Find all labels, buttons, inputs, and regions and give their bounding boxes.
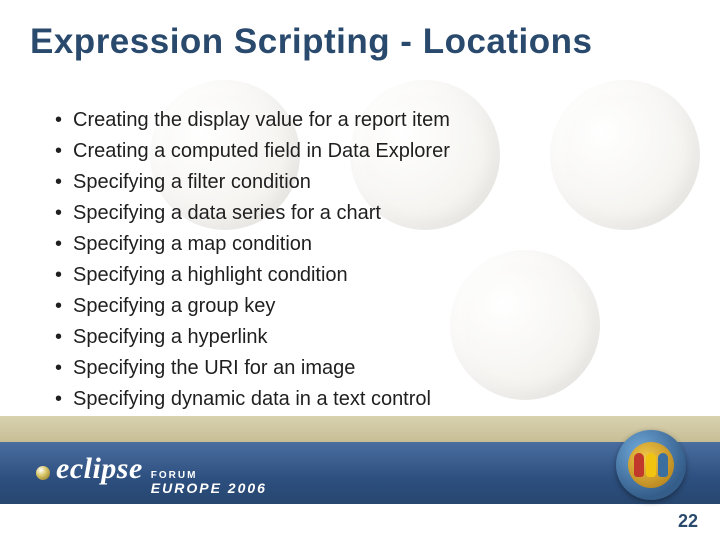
figure-icon bbox=[658, 453, 668, 477]
logo-orb-icon bbox=[36, 466, 50, 480]
bullet-icon: • bbox=[55, 323, 73, 351]
bullet-icon: • bbox=[55, 354, 73, 382]
bullet-text: Specifying a data series for a chart bbox=[73, 199, 381, 227]
list-item: •Specifying the URI for an image bbox=[55, 354, 615, 382]
bullet-text: Specifying a highlight condition bbox=[73, 261, 348, 289]
page-number: 22 bbox=[678, 511, 698, 532]
bullet-text: Specifying the URI for an image bbox=[73, 354, 355, 382]
divider-band bbox=[0, 416, 720, 442]
logo-forum-label: FORUM bbox=[151, 471, 267, 481]
eclipse-logo: eclipse FORUM EUROPE 2006 bbox=[36, 452, 267, 495]
conference-badge-icon bbox=[616, 430, 686, 500]
bullet-text: Specifying a group key bbox=[73, 292, 275, 320]
bullet-text: Creating the display value for a report … bbox=[73, 106, 450, 134]
bullet-text: Specifying dynamic data in a text contro… bbox=[73, 385, 431, 413]
list-item: •Specifying a highlight condition bbox=[55, 261, 615, 289]
bullet-text: Specifying a filter condition bbox=[73, 168, 311, 196]
bullet-text: Specifying a hyperlink bbox=[73, 323, 268, 351]
bullet-icon: • bbox=[55, 137, 73, 165]
list-item: •Creating a computed field in Data Explo… bbox=[55, 137, 615, 165]
slide: Expression Scripting - Locations •Creati… bbox=[0, 0, 720, 540]
list-item: •Creating the display value for a report… bbox=[55, 106, 615, 134]
list-item: •Specifying a filter condition bbox=[55, 168, 615, 196]
bullet-icon: • bbox=[55, 199, 73, 227]
list-item: •Specifying a group key bbox=[55, 292, 615, 320]
bullet-icon: • bbox=[55, 106, 73, 134]
footer-bar: eclipse FORUM EUROPE 2006 bbox=[0, 442, 720, 504]
logo-europe-label: EUROPE 2006 bbox=[151, 481, 267, 495]
slide-title: Expression Scripting - Locations bbox=[30, 22, 592, 62]
list-item: •Specifying dynamic data in a text contr… bbox=[55, 385, 615, 413]
list-item: •Specifying a hyperlink bbox=[55, 323, 615, 351]
figure-icon bbox=[634, 453, 644, 477]
list-item: •Specifying a map condition bbox=[55, 230, 615, 258]
bullet-list: •Creating the display value for a report… bbox=[55, 106, 615, 416]
bullet-icon: • bbox=[55, 385, 73, 413]
list-item: •Specifying a data series for a chart bbox=[55, 199, 615, 227]
bullet-icon: • bbox=[55, 168, 73, 196]
bullet-text: Specifying a map condition bbox=[73, 230, 312, 258]
badge-inner-icon bbox=[628, 442, 674, 488]
logo-word: eclipse bbox=[56, 452, 143, 486]
logo-subtext: FORUM EUROPE 2006 bbox=[151, 471, 267, 495]
bullet-icon: • bbox=[55, 230, 73, 258]
bullet-icon: • bbox=[55, 292, 73, 320]
figure-icon bbox=[646, 453, 656, 477]
bullet-icon: • bbox=[55, 261, 73, 289]
bullet-text: Creating a computed field in Data Explor… bbox=[73, 137, 450, 165]
